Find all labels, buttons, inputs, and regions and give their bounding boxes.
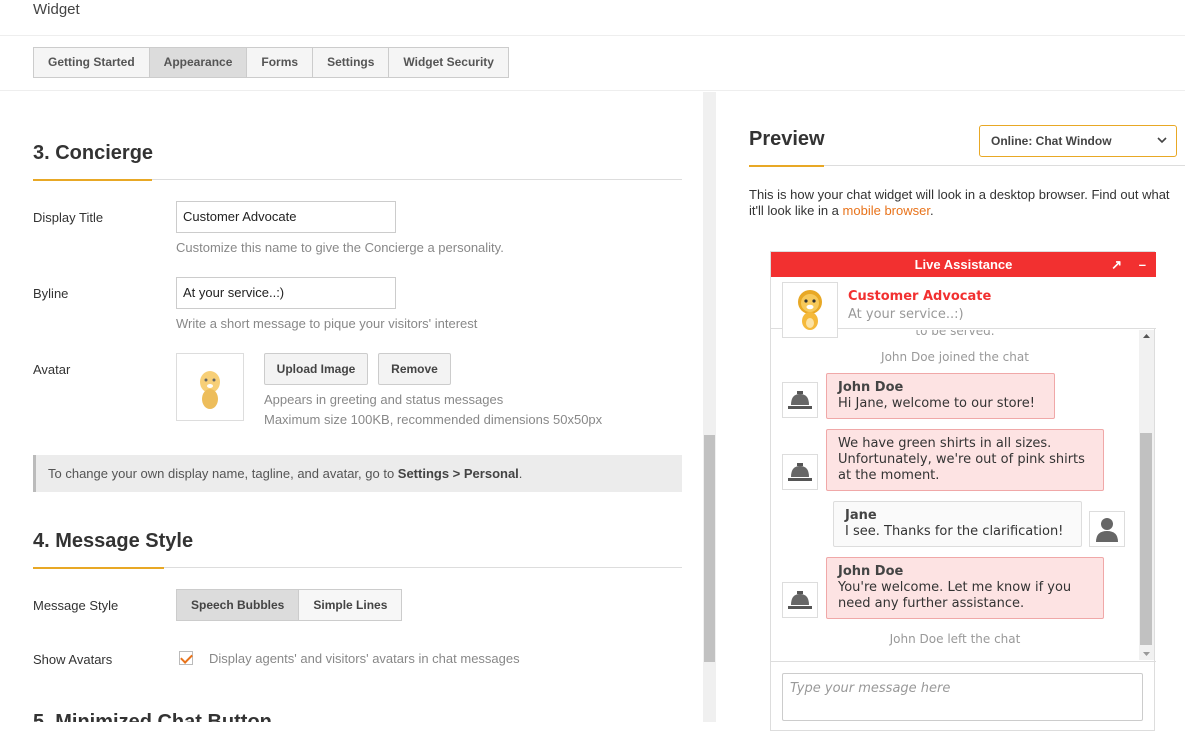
mobile-browser-link[interactable]: mobile browser <box>843 203 930 218</box>
info-suffix: . <box>518 466 523 481</box>
preview-description: This is how your chat widget will look i… <box>749 187 1185 219</box>
agent-message: We have green shirts in all sizes. Unfor… <box>826 429 1104 491</box>
show-avatars-checkbox[interactable] <box>179 651 193 665</box>
tab-getting-started[interactable]: Getting Started <box>33 47 150 78</box>
concierge-section-header: 3. Concierge <box>33 142 682 181</box>
avatar-hint-size: Maximum size 100KB, recommended dimensio… <box>264 412 603 427</box>
message-sender: John Doe <box>838 564 904 579</box>
agent-message: John Doe Hi Jane, welcome to our store! <box>826 373 1055 419</box>
concierge-bell-icon <box>788 463 812 481</box>
top-bar: Widget <box>0 0 1185 36</box>
chat-message-input[interactable]: Type your message here <box>782 673 1143 721</box>
concierge-name: Customer Advocate <box>848 289 992 304</box>
heading-underline <box>749 165 824 167</box>
lion-avatar-icon <box>200 371 220 409</box>
remove-avatar-button[interactable]: Remove <box>378 353 451 385</box>
settings-personal-link[interactable]: Settings > Personal <box>398 466 519 481</box>
minimized-button-section-header: 5. Minimized Chat Button <box>33 711 682 722</box>
system-message: John Doe joined the chat <box>881 350 1029 364</box>
chat-scrollbar-thumb[interactable] <box>1140 433 1152 645</box>
concierge-heading: 3. Concierge <box>33 142 154 164</box>
message-style-toggle: Speech Bubbles Simple Lines <box>176 589 403 621</box>
tab-widget-security[interactable]: Widget Security <box>389 47 509 78</box>
message-style-label: Message Style <box>33 598 119 613</box>
byline-input[interactable]: At your service..:) <box>176 277 396 309</box>
system-message: John Doe left the chat <box>889 632 1021 646</box>
display-title-input[interactable]: Customer Advocate <box>176 201 396 233</box>
user-icon <box>1096 518 1118 542</box>
tabs-row: Getting Started Appearance Forms Setting… <box>0 37 1185 91</box>
tab-appearance[interactable]: Appearance <box>149 47 248 78</box>
agent-avatar <box>782 454 818 490</box>
concierge-bell-icon <box>788 391 812 409</box>
message-style-section-header: 4. Message Style <box>33 530 682 569</box>
tab-bar: Getting Started Appearance Forms Setting… <box>33 47 509 78</box>
byline-label: Byline <box>33 286 69 301</box>
speech-bubbles-option[interactable]: Speech Bubbles <box>176 589 300 621</box>
message-text: You're welcome. Let me know if you need … <box>838 580 1072 611</box>
concierge-bell-icon <box>788 591 812 609</box>
visitor-avatar <box>1089 511 1125 547</box>
preview-desc-text: This is how your chat widget will look i… <box>749 187 1170 218</box>
preview-mode-select[interactable]: Online: Chat Window <box>979 125 1177 157</box>
lion-avatar-icon <box>798 290 822 330</box>
display-title-label: Display Title <box>33 210 104 225</box>
info-text: To change your own display name, tagline… <box>48 466 398 481</box>
byline-hint: Write a short message to pique your visi… <box>176 316 478 331</box>
concierge-byline: At your service..:) <box>848 307 964 322</box>
settings-scrollbar-thumb[interactable] <box>704 435 715 662</box>
display-title-hint: Customize this name to give the Concierg… <box>176 240 504 255</box>
chevron-down-icon <box>1157 126 1167 168</box>
agent-message: John Doe You're welcome. Let me know if … <box>826 557 1104 619</box>
preview-panel: Preview Online: Chat Window This is how … <box>716 92 1185 731</box>
message-sender: John Doe <box>838 380 904 395</box>
chat-input-area: Type your message here <box>771 661 1156 732</box>
avatar-label: Avatar <box>33 362 71 377</box>
visitor-message: Jane I see. Thanks for the clarification… <box>833 501 1082 547</box>
chat-header-title: Live Assistance <box>914 257 1013 272</box>
show-avatars-label: Show Avatars <box>33 652 113 667</box>
heading-underline <box>33 179 152 181</box>
simple-lines-option[interactable]: Simple Lines <box>299 589 403 621</box>
show-avatars-text: Display agents' and visitors' avatars in… <box>209 651 520 666</box>
minimized-button-heading: 5. Minimized Chat Button <box>33 711 272 722</box>
settings-panel: 3. Concierge Display Title Customer Advo… <box>0 92 703 722</box>
agent-avatar <box>782 382 818 418</box>
chat-messages: to be served. John Doe joined the chat J… <box>771 330 1139 660</box>
popout-icon[interactable]: ↗ <box>1111 252 1122 277</box>
avatar-hint-usage: Appears in greeting and status messages <box>264 392 504 407</box>
upload-image-button[interactable]: Upload Image <box>264 353 368 385</box>
message-sender: Jane <box>845 508 877 523</box>
chat-header: Live Assistance ↗ – <box>771 252 1156 277</box>
chat-concierge: Customer Advocate At your service..:) <box>771 277 1156 338</box>
preview-mode-value: Online: Chat Window <box>991 134 1112 148</box>
minimize-icon[interactable]: – <box>1139 252 1146 277</box>
avatar-preview <box>176 353 244 421</box>
chat-widget-preview: Live Assistance ↗ – Customer Advocate At… <box>770 251 1156 732</box>
page-title: Widget <box>33 1 80 18</box>
tab-forms[interactable]: Forms <box>247 47 314 78</box>
message-style-heading: 4. Message Style <box>33 530 194 552</box>
heading-underline <box>33 567 164 569</box>
personal-settings-info: To change your own display name, tagline… <box>33 455 682 492</box>
agent-avatar <box>782 582 818 618</box>
message-text: We have green shirts in all sizes. Unfor… <box>838 436 1085 483</box>
system-message: to be served. <box>915 330 995 338</box>
preview-desc-suffix: . <box>929 203 934 218</box>
tab-settings[interactable]: Settings <box>313 47 390 78</box>
message-text: I see. Thanks for the clarification! <box>845 524 1064 539</box>
message-text: Hi Jane, welcome to our store! <box>838 396 1035 411</box>
